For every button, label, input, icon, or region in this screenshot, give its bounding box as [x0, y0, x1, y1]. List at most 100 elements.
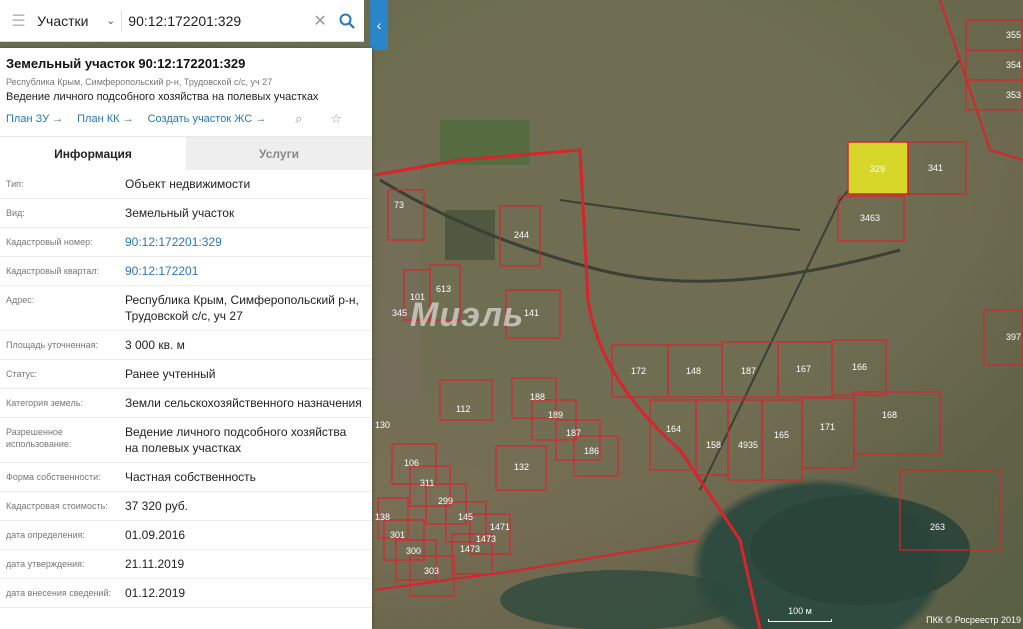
row-label: Кадастровая стоимость:	[6, 501, 108, 511]
scale-label: 100 м	[788, 606, 812, 616]
divider	[121, 9, 123, 32]
svg-text:1471: 1471	[490, 522, 510, 532]
zoom-to-icon[interactable]: ⌕	[295, 111, 302, 127]
search-input[interactable]	[128, 5, 310, 36]
row-value: 3 000 кв. м	[125, 338, 185, 352]
action-links: План ЗУ → План КК → Создать участок ЖС →…	[6, 111, 366, 127]
parcel-title: Земельный участок 90:12:172201:329	[6, 56, 246, 71]
svg-text:1473: 1473	[476, 534, 496, 544]
plan-zu-link[interactable]: План ЗУ →	[6, 113, 63, 125]
plan-kk-link[interactable]: План КК →	[77, 113, 133, 125]
info-row-cadastral-quarter: Кадастровый квартал: 90:12:172201	[0, 257, 372, 286]
row-value: 01.09.2016	[125, 528, 186, 542]
row-label: Форма собственности:	[6, 472, 101, 482]
info-row-date-entered: дата внесения сведений: 01.12.2019	[0, 579, 372, 608]
svg-text:165: 165	[774, 430, 789, 440]
svg-text:138: 138	[375, 512, 390, 522]
row-label: Адрес:	[6, 295, 35, 305]
row-label: Категория земель:	[6, 398, 83, 408]
svg-text:303: 303	[424, 566, 439, 576]
svg-text:164: 164	[666, 424, 681, 434]
svg-text:186: 186	[584, 446, 599, 456]
search-button[interactable]	[331, 0, 364, 42]
svg-text:148: 148	[686, 366, 701, 376]
svg-text:355: 355	[1006, 30, 1021, 40]
row-value: Ранее учтенный	[125, 367, 216, 381]
svg-text:300: 300	[406, 546, 421, 556]
search-bar: ☰ Участки ⌄ ✕	[0, 0, 364, 42]
svg-text:188: 188	[530, 392, 545, 402]
svg-text:132: 132	[514, 462, 529, 472]
cadastral-number-link[interactable]: 90:12:172201:329	[125, 234, 372, 256]
panel-header: Земельный участок 90:12:172201:329 Респу…	[0, 48, 372, 137]
svg-text:244: 244	[514, 230, 529, 240]
info-rows: Тип: Объект недвижимости Вид: Земельный уч…	[0, 170, 372, 608]
row-value: Земельный участок	[125, 206, 235, 220]
info-row-date-determined: дата определения: 01.09.2016	[0, 521, 372, 550]
svg-text:171: 171	[820, 422, 835, 432]
info-row-type: Тип: Объект недвижимости	[0, 170, 372, 199]
svg-text:145: 145	[458, 512, 473, 522]
info-row-status: Статус: Ранее учтенный	[0, 360, 372, 389]
svg-text:301: 301	[390, 530, 405, 540]
star-icon[interactable]: ☆	[330, 111, 342, 127]
info-row-cadastral-number: Кадастровый номер: 90:12:172201:329	[0, 228, 372, 257]
svg-text:106: 106	[404, 458, 419, 468]
row-label: Кадастровый квартал:	[6, 266, 100, 276]
info-row-permitted-use: Разрешенное использование: Ведение личног…	[0, 418, 372, 463]
svg-text:299: 299	[438, 496, 453, 506]
collapse-panel-button[interactable]: ‹	[370, 0, 388, 50]
svg-text:112: 112	[456, 404, 470, 414]
svg-text:1473: 1473	[460, 544, 480, 554]
parcel-usage: Ведение личного подсобного хозяйства на …	[6, 91, 319, 103]
info-panel: Земельный участок 90:12:172201:329 Респу…	[0, 48, 372, 629]
svg-text:189: 189	[548, 410, 563, 420]
category-select[interactable]: Участки ⌄	[37, 13, 121, 29]
row-label: Разрешенное использование:	[6, 427, 72, 449]
tab-information[interactable]: Информация	[0, 137, 186, 170]
parcel-address: Республика Крым, Симферопольский р-н, Тр…	[6, 77, 273, 87]
row-label: Площадь уточненная:	[6, 340, 98, 350]
search-icon	[339, 13, 356, 29]
scale-bar	[768, 619, 832, 622]
row-value: 37 320 руб.	[125, 499, 188, 513]
info-row-cadastral-value: Кадастровая стоимость: 37 320 руб.	[0, 492, 372, 521]
svg-text:73: 73	[394, 200, 404, 210]
clear-icon[interactable]: ✕	[309, 11, 331, 31]
category-label: Участки	[37, 12, 89, 29]
row-label: дата внесения сведений:	[6, 588, 111, 598]
row-value: Республика Крым, Симферопольский р-н, Тр…	[125, 293, 359, 323]
svg-text:167: 167	[796, 364, 811, 374]
row-label: дата определения:	[6, 530, 85, 540]
info-row-ownership: Форма собственности: Частная собственност…	[0, 463, 372, 492]
info-row-land-category: Категория земель: Земли сельскохозяйствен…	[0, 389, 372, 418]
svg-text:166: 166	[852, 362, 867, 372]
chevron-left-icon: ‹	[376, 17, 382, 33]
svg-text:311: 311	[420, 478, 434, 488]
svg-text:613: 613	[436, 284, 451, 294]
row-value: Ведение личного подсобного хозяйства на …	[125, 425, 347, 455]
row-label: Вид:	[6, 208, 25, 218]
info-row-kind: Вид: Земельный участок	[0, 199, 372, 228]
row-value: 01.12.2019	[125, 586, 186, 600]
panel-action-icons: ⌕ ☆	[295, 111, 356, 127]
svg-text:187: 187	[566, 428, 581, 438]
create-parcel-link[interactable]: Создать участок ЖС →	[148, 113, 267, 125]
tab-services[interactable]: Услуги	[186, 137, 372, 170]
watermark-logo: Миэль	[410, 296, 525, 334]
svg-text:158: 158	[706, 440, 721, 450]
row-label: Статус:	[6, 369, 37, 379]
row-value: Объект недвижимости	[125, 177, 251, 191]
cadastral-quarter-link[interactable]: 90:12:172201	[125, 263, 372, 285]
info-row-area: Площадь уточненная: 3 000 кв. м	[0, 331, 372, 360]
svg-text:329: 329	[870, 164, 885, 174]
row-label: Тип:	[6, 179, 24, 189]
svg-text:3463: 3463	[860, 213, 880, 223]
svg-text:341: 341	[928, 163, 943, 173]
hamburger-menu-icon[interactable]: ☰	[0, 0, 37, 42]
info-row-date-approved: дата утверждения: 21.11.2019	[0, 550, 372, 579]
svg-text:4935: 4935	[738, 440, 758, 450]
svg-text:263: 263	[930, 522, 945, 532]
chevron-down-icon: ⌄	[106, 15, 116, 27]
svg-text:187: 187	[741, 366, 756, 376]
